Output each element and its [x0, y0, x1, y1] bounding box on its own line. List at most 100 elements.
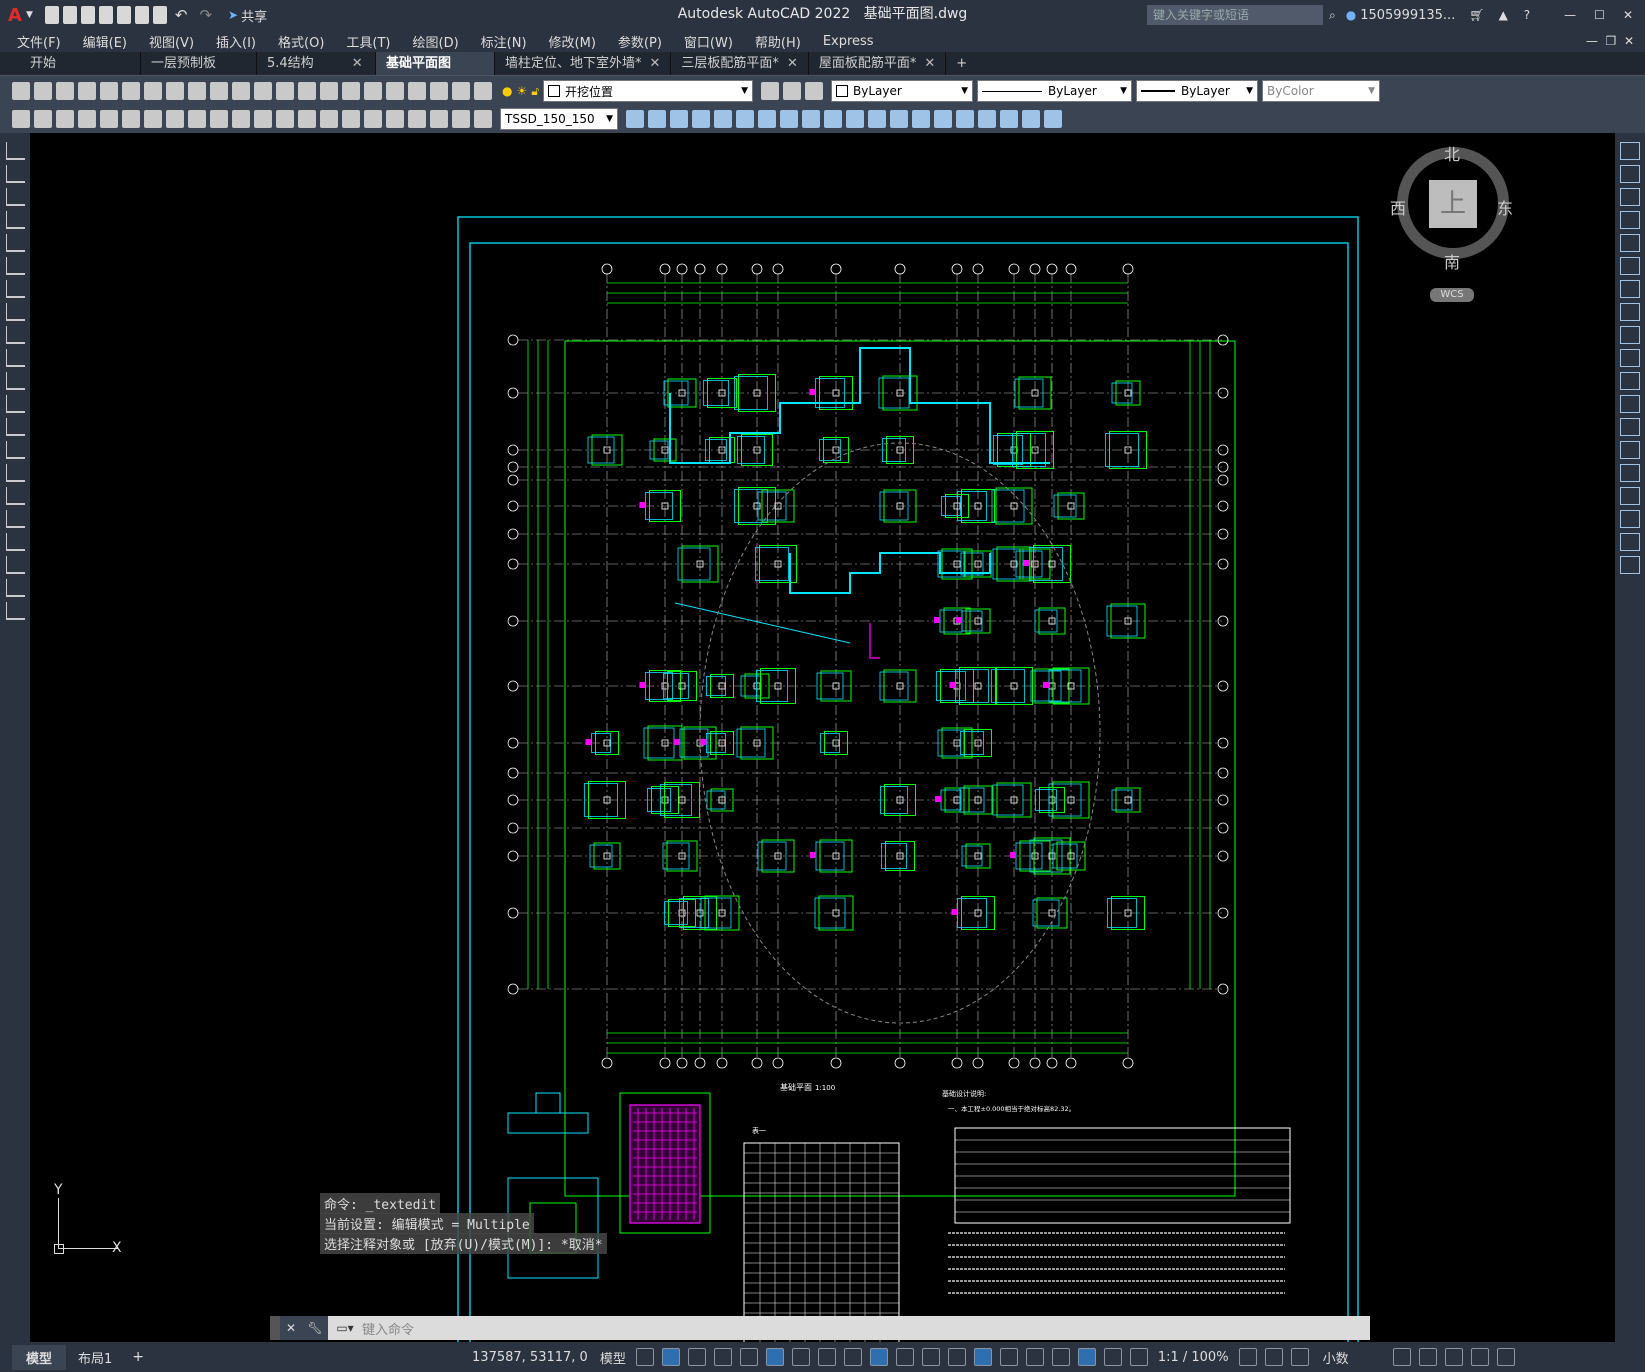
menu-insert[interactable]: 插入(I): [216, 32, 256, 51]
status-toggle-icon[interactable]: [1077, 1348, 1096, 1366]
toolbar-tool-icon[interactable]: [364, 82, 382, 100]
modify-tool-icon[interactable]: [1620, 165, 1640, 183]
draw-tool-icon[interactable]: [5, 326, 25, 344]
print-icon[interactable]: [152, 6, 167, 24]
draw-tool-icon[interactable]: [5, 280, 25, 298]
status-toggle-icon[interactable]: [947, 1348, 966, 1366]
draw-tool-icon[interactable]: [5, 418, 25, 436]
layer-lock-icon[interactable]: 🔓︎: [531, 84, 539, 99]
menu-modify[interactable]: 修改(M): [549, 32, 596, 51]
toolbar-tool-icon[interactable]: [78, 82, 96, 100]
toolbar-tool-icon[interactable]: [342, 82, 360, 100]
plot-preview-icon[interactable]: [134, 6, 149, 24]
tool-icon[interactable]: [890, 110, 908, 128]
tool-icon[interactable]: [780, 110, 798, 128]
customize-icon[interactable]: 🔧︎: [302, 1316, 328, 1340]
tool-icon[interactable]: [846, 110, 864, 128]
toolbar-tool-icon[interactable]: [100, 82, 118, 100]
modify-tool-icon[interactable]: [1620, 142, 1640, 160]
viewcube-north[interactable]: 北: [1444, 141, 1460, 165]
tool-icon[interactable]: [824, 110, 842, 128]
viewcube-east[interactable]: 东: [1497, 195, 1513, 219]
measure-icon[interactable]: [1290, 1348, 1309, 1366]
menu-file[interactable]: 文件(F): [17, 32, 61, 51]
user-icon[interactable]: ●: [1346, 8, 1356, 22]
toolbar-tool-icon[interactable]: [474, 82, 492, 100]
tool-icon[interactable]: [626, 110, 644, 128]
share-button[interactable]: 共享: [241, 6, 267, 25]
tab-1f-precast[interactable]: 一层预制板*✕: [141, 52, 257, 94]
toolbar-tool-icon[interactable]: [298, 82, 316, 100]
modify-tool-icon[interactable]: [1620, 418, 1640, 436]
quick-properties-icon[interactable]: [1392, 1348, 1411, 1366]
status-toggle-icon[interactable]: [843, 1348, 862, 1366]
status-toggle-icon[interactable]: [817, 1348, 836, 1366]
toolbar-tool-icon[interactable]: [144, 82, 162, 100]
tab-structure[interactable]: 5.4结构 ✕: [257, 52, 376, 75]
grip-handle[interactable]: [270, 1316, 280, 1340]
annotation-scale[interactable]: 1:1 / 100%: [1158, 1350, 1229, 1365]
app-menu-chevron-icon[interactable]: ▼: [26, 10, 33, 20]
status-toggle-icon[interactable]: [999, 1348, 1018, 1366]
dimension-tool-icon[interactable]: [100, 110, 118, 128]
tool-icon[interactable]: [1044, 110, 1062, 128]
modify-tool-icon[interactable]: [1620, 188, 1640, 206]
modify-tool-icon[interactable]: [1620, 487, 1640, 505]
draw-tool-icon[interactable]: [5, 602, 25, 620]
toolbar-tool-icon[interactable]: [188, 82, 206, 100]
menu-tools[interactable]: 工具(T): [346, 32, 390, 51]
toolbar-tool-icon[interactable]: [254, 82, 272, 100]
dimension-tool-icon[interactable]: [78, 110, 96, 128]
tool-icon[interactable]: [802, 110, 820, 128]
drawing-svg[interactable]: 基础平面 1:100 表一 基础设计说明: 一、本工程±0.000相当于绝对标高…: [30, 133, 1615, 1342]
close-button[interactable]: ✕: [1623, 8, 1633, 22]
tab-wall-column[interactable]: 墙柱定位、地下室外墙* ✕: [495, 52, 672, 75]
units-dropdown[interactable]: 小数: [1323, 1348, 1349, 1367]
tool-icon[interactable]: [758, 110, 776, 128]
search-box[interactable]: 键入关键字或短语: [1147, 5, 1323, 25]
toolbar-tool-icon[interactable]: [210, 82, 228, 100]
dimension-tool-icon[interactable]: [430, 110, 448, 128]
publish-icon[interactable]: [116, 6, 131, 24]
menu-window[interactable]: 窗口(W): [684, 32, 733, 51]
modify-tool-icon[interactable]: [1620, 326, 1640, 344]
toolbar-tool-icon[interactable]: [12, 82, 30, 100]
text-style-dropdown[interactable]: TSSD_150_150 ▼: [500, 108, 618, 130]
layer-dropdown[interactable]: 开挖位置 ▼: [543, 80, 754, 102]
tool-icon[interactable]: [714, 110, 732, 128]
menu-help[interactable]: 帮助(H): [755, 32, 801, 51]
hardware-acceleration-icon[interactable]: [1444, 1348, 1463, 1366]
status-toggle-icon[interactable]: [1129, 1348, 1148, 1366]
dimension-tool-icon[interactable]: [452, 110, 470, 128]
settings-gear-icon[interactable]: [1238, 1348, 1257, 1366]
status-toggle-icon[interactable]: [869, 1348, 888, 1366]
menu-express[interactable]: Express: [823, 34, 874, 49]
tool-icon[interactable]: [736, 110, 754, 128]
isolate-objects-icon[interactable]: [1418, 1348, 1437, 1366]
dimension-tool-icon[interactable]: [232, 110, 250, 128]
status-toggle-icon[interactable]: [687, 1348, 706, 1366]
modify-tool-icon[interactable]: [1620, 280, 1640, 298]
status-toggle-icon[interactable]: [661, 1348, 680, 1366]
draw-tool-icon[interactable]: [5, 211, 25, 229]
minimize-button[interactable]: —: [1564, 8, 1576, 22]
layer-properties-icon[interactable]: [761, 82, 780, 100]
toolbar-tool-icon[interactable]: [320, 82, 338, 100]
cart-icon[interactable]: 🛒︎: [1469, 8, 1484, 22]
redo-icon[interactable]: ↷: [199, 6, 212, 24]
draw-tool-icon[interactable]: [5, 464, 25, 482]
toolbar-tool-icon[interactable]: [122, 82, 140, 100]
autodesk-account-icon[interactable]: ▲: [1499, 8, 1508, 22]
draw-tool-icon[interactable]: [5, 165, 25, 183]
tool-icon[interactable]: [956, 110, 974, 128]
tab-roof-slab[interactable]: 屋面板配筋平面* ✕: [809, 52, 947, 75]
dimension-tool-icon[interactable]: [408, 110, 426, 128]
status-toggle-icon[interactable]: [739, 1348, 758, 1366]
modify-tool-icon[interactable]: [1620, 349, 1640, 367]
menu-dimension[interactable]: 标注(N): [481, 32, 527, 51]
tool-icon[interactable]: [912, 110, 930, 128]
layer-on-icon[interactable]: ●: [502, 84, 512, 98]
draw-tool-icon[interactable]: [5, 349, 25, 367]
layout-tab-layout1[interactable]: 布局1: [66, 1345, 124, 1370]
close-icon[interactable]: ✕: [280, 1316, 302, 1340]
